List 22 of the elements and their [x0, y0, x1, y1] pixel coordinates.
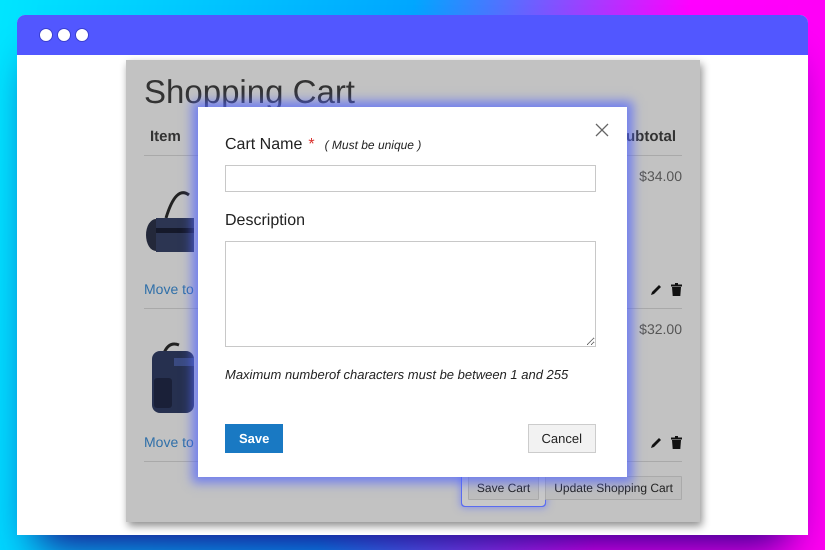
column-header: ubtotal: [626, 127, 676, 148]
field-hint: ( Must be unique ): [324, 138, 422, 152]
column-header: Item: [150, 127, 181, 148]
price: $34.00: [639, 166, 682, 186]
pencil-icon[interactable]: [650, 282, 663, 296]
field-label: Cart Name: [225, 136, 302, 153]
trash-icon[interactable]: [671, 436, 682, 449]
trash-icon[interactable]: [671, 282, 682, 296]
input-field[interactable]: [225, 165, 596, 192]
save-button[interactable]: Save: [225, 424, 284, 453]
close-icon[interactable]: [595, 123, 609, 137]
field-label: Description: [225, 212, 306, 229]
update-cart-button[interactable]: Update Shopping Cart: [545, 476, 682, 500]
window-dot: [39, 28, 53, 42]
page-title: Shopping Cart: [144, 74, 356, 110]
window-dot: [57, 28, 71, 42]
help-text: Maximum numberof characters must be between 1 and 255: [225, 366, 570, 384]
price: $32.00: [639, 320, 682, 339]
required-mark: *: [308, 136, 315, 153]
pencil-icon[interactable]: [650, 436, 663, 449]
cancel-button[interactable]: Cancel: [528, 424, 596, 453]
window-dot: [75, 28, 89, 42]
